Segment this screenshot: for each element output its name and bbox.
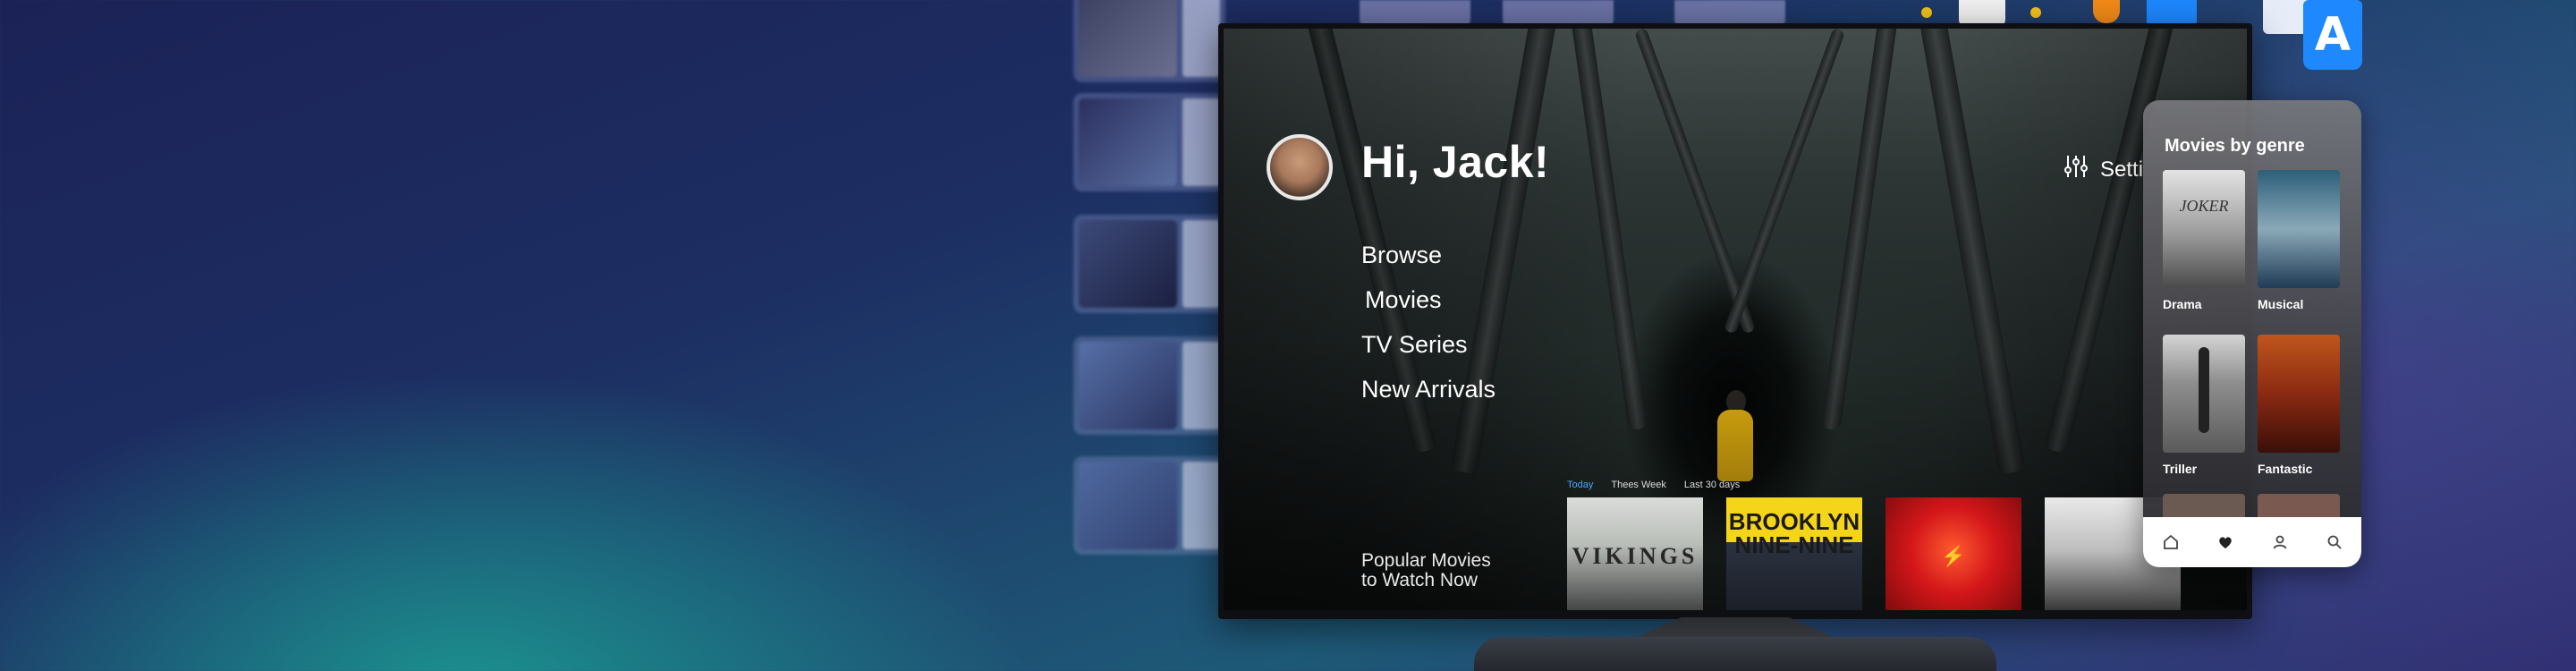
nav-browse[interactable]: Browse: [1361, 233, 1496, 277]
background-card: [1073, 215, 1225, 313]
poster-drama[interactable]: JOKER: [2163, 170, 2245, 288]
translate-back-icon: [2263, 0, 2308, 34]
tab-today[interactable]: Today: [1567, 480, 1593, 490]
avatar[interactable]: [1267, 134, 1333, 200]
tv-frame: Hi, Jack! Setti Browse Movies TV Series …: [1218, 23, 2252, 619]
settings-button[interactable]: Setti: [2063, 154, 2143, 185]
genre-label-drama: Drama: [2163, 297, 2202, 311]
greeting-title: Hi, Jack!: [1361, 137, 1550, 187]
background-card: [1073, 456, 1225, 555]
poster-musical[interactable]: [2258, 170, 2340, 288]
genre-label-fantastic: Fantastic: [2258, 462, 2313, 476]
nav-tv-series[interactable]: TV Series: [1361, 322, 1496, 367]
translate-icon: A: [2303, 0, 2362, 70]
phone-app-panel: Movies by genre JOKER Drama Musical Tril…: [2143, 100, 2361, 567]
movie-card-the-flash[interactable]: ⚡: [1885, 497, 2021, 610]
profile-icon[interactable]: [2269, 531, 2291, 553]
background-card: [1073, 93, 1225, 191]
movie-title: VIKINGS: [1572, 543, 1699, 569]
popular-line-1: Popular Movies: [1361, 550, 1491, 571]
tab-last-30-days[interactable]: Last 30 days: [1684, 480, 1740, 490]
movie-card-brooklyn-nine-nine[interactable]: BROOKLYN NINE-NINE: [1726, 497, 1862, 610]
flame-icon: [2093, 0, 2120, 23]
phone-title: Movies by genre: [2165, 136, 2305, 156]
tv-stand-base: [1474, 637, 1996, 671]
movie-title: BROOKLYN NINE-NINE: [1728, 508, 1860, 558]
main-nav: Browse Movies TV Series New Arrivals: [1361, 233, 1496, 412]
sliders-icon: [2063, 154, 2089, 185]
poster-triller[interactable]: [2163, 335, 2245, 453]
translate-letter: A: [2314, 8, 2351, 62]
genre-label-musical: Musical: [2258, 297, 2304, 311]
poster-title: JOKER: [2179, 197, 2229, 215]
nav-new-arrivals[interactable]: New Arrivals: [1361, 367, 1496, 412]
background-app-cards: [1073, 0, 1225, 573]
heart-icon[interactable]: [2215, 531, 2236, 553]
star-icon: [2030, 7, 2041, 18]
nav-movies[interactable]: Movies: [1361, 277, 1496, 322]
home-icon[interactable]: [2160, 531, 2182, 553]
background-card: [1073, 336, 1225, 435]
poster-fantastic[interactable]: [2258, 335, 2340, 453]
search-icon[interactable]: [2324, 531, 2345, 553]
genre-label-triller: Triller: [2163, 462, 2198, 476]
settings-label: Setti: [2100, 157, 2144, 182]
background-card: [1073, 0, 1225, 82]
movie-card-vikings[interactable]: VIKINGS: [1567, 497, 1703, 610]
popular-heading: Popular Movies to Watch Now: [1361, 551, 1491, 590]
time-filter-tabs: Today Thees Week Last 30 days: [1567, 480, 1740, 490]
star-icon: [1921, 7, 1932, 18]
popular-line-2: to Watch Now: [1361, 570, 1478, 590]
phone-tab-bar: [2143, 517, 2361, 567]
tv-screen: Hi, Jack! Setti Browse Movies TV Series …: [1224, 29, 2247, 610]
tab-this-week[interactable]: Thees Week: [1611, 480, 1666, 490]
lightning-icon: ⚡: [1941, 545, 1966, 567]
